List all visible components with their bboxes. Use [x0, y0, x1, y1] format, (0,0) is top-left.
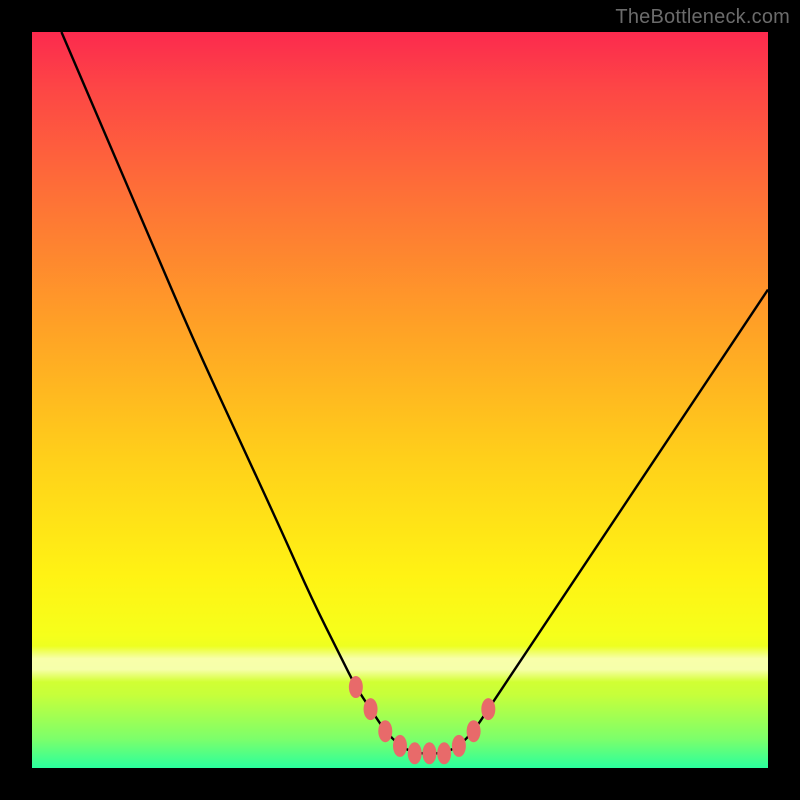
marker-dot: [467, 720, 481, 742]
curve-layer: [32, 32, 768, 768]
marker-dot: [452, 735, 466, 757]
chart-frame: TheBottleneck.com: [0, 0, 800, 800]
plot-area: [32, 32, 768, 768]
curve-path: [61, 32, 768, 753]
marker-dot: [481, 698, 495, 720]
marker-dot: [437, 742, 451, 764]
watermark-text: TheBottleneck.com: [615, 6, 790, 29]
marker-dots: [349, 676, 495, 764]
marker-dot: [378, 720, 392, 742]
marker-dot: [364, 698, 378, 720]
marker-dot: [408, 742, 422, 764]
marker-dot: [422, 742, 436, 764]
marker-dot: [393, 735, 407, 757]
marker-dot: [349, 676, 363, 698]
bottleneck-curve: [61, 32, 768, 753]
